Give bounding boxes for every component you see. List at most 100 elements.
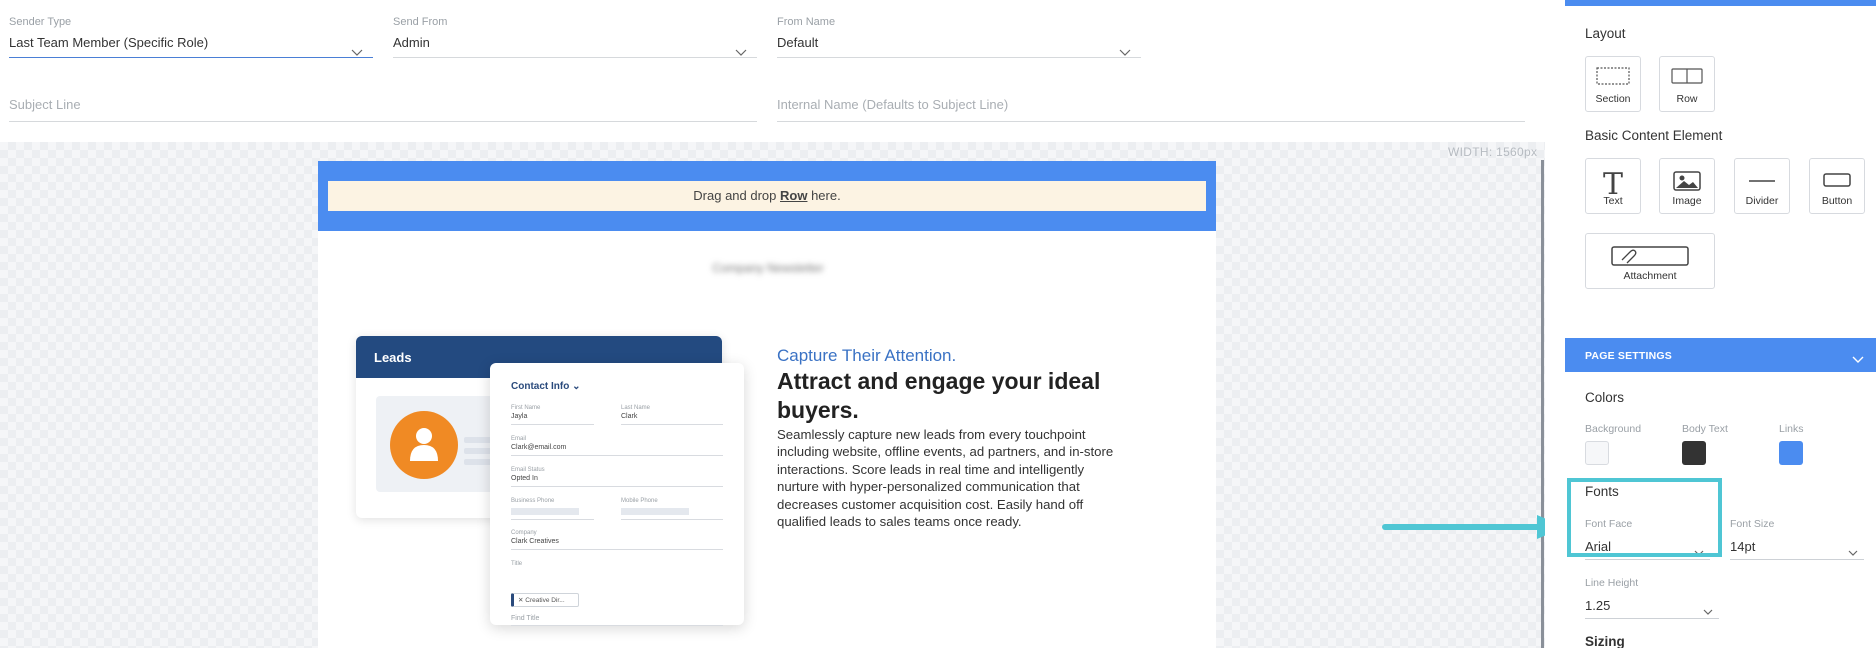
line-height-value: 1.25 [1585, 598, 1611, 613]
page-settings-title: PAGE SETTINGS [1585, 350, 1672, 362]
field-line [621, 519, 723, 520]
background-color-label: Background [1585, 423, 1642, 435]
button-tile[interactable]: Button [1809, 158, 1865, 214]
blurred-header-text: Company Newsletter [712, 261, 824, 275]
canvas-width-label: WIDTH: 1560px [1448, 145, 1538, 159]
internal-name-underline [777, 121, 1525, 122]
line-height-select[interactable]: 1.25 [1585, 591, 1719, 619]
section-tile[interactable]: Section [1585, 56, 1641, 112]
internal-name-input[interactable]: Internal Name (Defaults to Subject Line) [777, 90, 1525, 122]
font-size-select[interactable]: 14pt [1730, 532, 1864, 560]
chevron-down-icon [735, 49, 747, 57]
svg-text:T: T [1603, 168, 1623, 198]
company-label: Company [511, 530, 537, 536]
text-label: Text [1603, 195, 1623, 207]
field-line [511, 519, 594, 520]
user-icon [410, 428, 438, 461]
business-phone-placeholder [511, 508, 579, 515]
fonts-highlight-box [1567, 478, 1722, 557]
last-name-value: Clark [621, 413, 638, 420]
layout-title: Layout [1585, 26, 1626, 41]
sender-type-value: Last Team Member (Specific Role) [9, 35, 209, 50]
row-icon [1660, 66, 1714, 86]
image-label: Image [1672, 195, 1702, 207]
business-phone-label: Business Phone [511, 498, 555, 504]
image-icon [1660, 168, 1714, 192]
drop-zone-row-link: Row [780, 188, 808, 203]
title-label: Title [511, 561, 523, 567]
line-height-label: Line Height [1585, 577, 1639, 589]
font-size-value: 14pt [1730, 539, 1756, 554]
email-status-value: Opted In [511, 475, 538, 482]
field-line [511, 549, 723, 550]
send-from-label: Send From [393, 16, 448, 28]
basic-content-title: Basic Content Element [1585, 128, 1723, 143]
chevron-down-icon [1852, 351, 1864, 369]
attachment-icon [1586, 243, 1714, 267]
attachment-tile[interactable]: Attachment [1585, 233, 1715, 289]
divider-label: Divider [1745, 195, 1779, 207]
field-line [511, 625, 723, 626]
section-icon [1586, 66, 1640, 86]
field-line [511, 424, 594, 425]
subject-line-input[interactable]: Subject Line [9, 90, 757, 122]
field-line [511, 455, 723, 456]
internal-name-placeholder: Internal Name (Defaults to Subject Line) [777, 97, 1009, 112]
drop-zone-prefix: Drag and drop [693, 188, 781, 203]
line-height-underline [1585, 618, 1719, 619]
contact-info-title: Contact Info ⌄ [511, 381, 581, 392]
email-status-label: Email Status [511, 467, 545, 473]
title-tag: ✕ Creative Dir... [511, 593, 579, 607]
from-name-label: From Name [777, 16, 836, 28]
font-size-underline [1730, 559, 1864, 560]
links-color-label: Links [1779, 423, 1804, 435]
sizing-title: Sizing [1585, 634, 1625, 648]
image-tile[interactable]: Image [1659, 158, 1715, 214]
from-name-select[interactable]: From Name Default [777, 16, 1141, 58]
contact-info-illustration: Contact Info ⌄ First Name Jayla Last Nam… [490, 363, 744, 626]
from-name-underline [777, 57, 1141, 58]
copy-headline: Attract and engage your ideal buyers. [777, 368, 1101, 423]
colors-title: Colors [1585, 390, 1625, 405]
send-from-underline [393, 57, 757, 58]
divider-tile[interactable]: Divider [1734, 158, 1790, 214]
row-drop-container[interactable]: Drag and drop Row here. [318, 161, 1216, 231]
send-from-select[interactable]: Send From Admin [393, 16, 757, 58]
panel-top-bar [1565, 0, 1876, 6]
links-color-swatch[interactable] [1779, 441, 1803, 465]
email-settings-form: Sender Type Last Team Member (Specific R… [0, 0, 1545, 142]
button-icon [1810, 168, 1864, 192]
canvas-resize-edge[interactable] [1541, 160, 1544, 648]
avatar [390, 411, 458, 479]
chevron-down-icon: ⌄ [572, 381, 581, 392]
last-name-label: Last Name [621, 405, 651, 411]
button-label: Button [1821, 195, 1853, 207]
subject-line-underline [9, 121, 757, 122]
font-face-underline [1585, 559, 1710, 560]
sender-type-select[interactable]: Sender Type Last Team Member (Specific R… [9, 16, 373, 58]
send-from-value: Admin [393, 35, 430, 50]
find-title-placeholder: Find Title [511, 615, 540, 622]
annotation-arrow-icon [1382, 515, 1565, 539]
first-name-label: First Name [511, 405, 541, 411]
row-label: Row [1676, 93, 1698, 105]
body-text-color-swatch[interactable] [1682, 441, 1706, 465]
mobile-phone-placeholder [621, 508, 689, 515]
copy-kicker: Capture Their Attention. [777, 346, 957, 365]
font-size-label: Font Size [1730, 518, 1775, 530]
sender-type-underline [9, 56, 373, 58]
row-drop-zone[interactable]: Drag and drop Row here. [328, 181, 1206, 211]
text-tile[interactable]: T Text [1585, 158, 1641, 214]
divider-icon [1735, 168, 1789, 192]
sender-type-label: Sender Type [9, 16, 72, 28]
company-value: Clark Creatives [511, 538, 559, 545]
page-settings-header[interactable]: PAGE SETTINGS [1565, 338, 1876, 372]
background-color-swatch[interactable] [1585, 441, 1609, 465]
chevron-down-icon [1119, 49, 1131, 57]
row-tile[interactable]: Row [1659, 56, 1715, 112]
section-label: Section [1595, 93, 1631, 105]
first-name-value: Jayla [511, 413, 528, 420]
attachment-label: Attachment [1623, 270, 1677, 282]
drop-zone-suffix: here. [807, 188, 841, 203]
from-name-value: Default [777, 35, 819, 50]
